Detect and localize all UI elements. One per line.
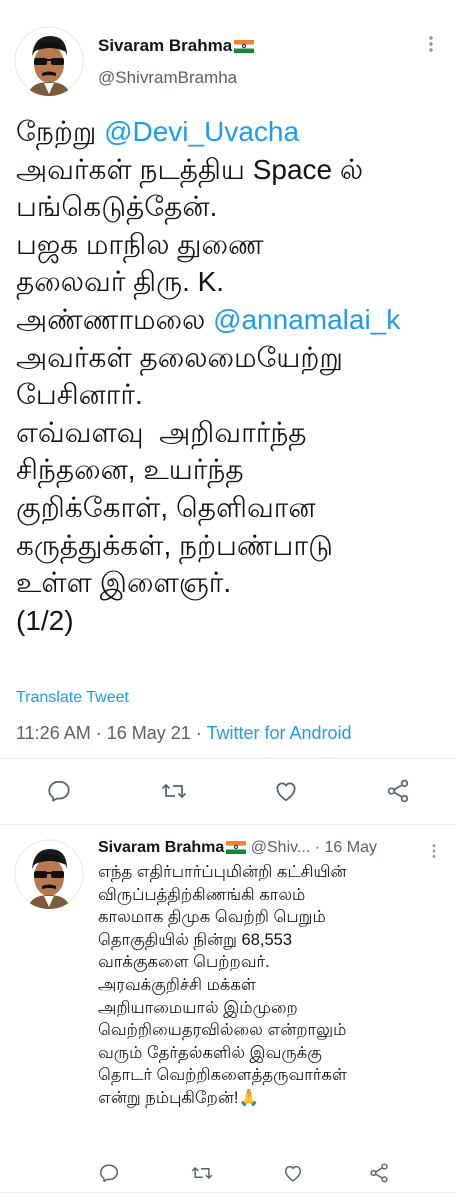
reply-separator: · — [314, 839, 325, 856]
divider — [0, 824, 456, 825]
tweet-line-text: கருத்துக்கள், நற்பண்பாடு — [16, 529, 333, 561]
tweet-line-text: தலைவர் திரு. K. — [16, 266, 225, 298]
reply-body: எந்த எதிர்பார்ப்புமின்றி கட்சியின் விருப… — [98, 863, 347, 1107]
tweet-line-text: பேசினார். — [16, 379, 143, 411]
tweet-line-text: (1/2) — [16, 604, 74, 636]
tweet-line-text: அண்ணாமலை — [16, 303, 214, 335]
reply-author-avatar[interactable] — [14, 839, 84, 909]
tweet-date: 16 May 21 — [106, 723, 191, 743]
tweet-line: அண்ணாமலை @annamalai_k — [16, 301, 448, 339]
more-glyph — [429, 36, 433, 52]
tweet-line: பங்கெடுத்தேன். — [16, 188, 448, 226]
more-icon[interactable] — [422, 34, 440, 59]
translate-tweet-link[interactable]: Translate Tweet — [16, 689, 129, 707]
tweet-line: (1/2) — [16, 602, 448, 640]
tweet-line-text: பங்கெடுத்தேன். — [16, 191, 218, 223]
tweet-line: நேற்று @Devi_Uvacha — [16, 113, 448, 151]
divider — [0, 1192, 456, 1193]
india-flag-icon — [226, 841, 247, 855]
reply-author-name[interactable]: Sivaram Brahma — [98, 839, 224, 856]
tweet-line-text: சிந்தனை, உயர்ந்த — [16, 454, 244, 486]
retweet-icon[interactable] — [160, 778, 188, 804]
divider — [0, 758, 456, 759]
reply-icon[interactable] — [98, 1162, 120, 1184]
meta-separator: · — [195, 723, 207, 743]
reply-author-handle[interactable]: @Shiv... — [251, 839, 311, 856]
tweet-source[interactable]: Twitter for Android — [206, 723, 351, 743]
like-icon[interactable] — [282, 1162, 304, 1184]
tweet-line-text: நேற்று — [16, 116, 105, 147]
reply-date: 16 May — [324, 839, 377, 856]
author-name-row: Sivaram Brahma — [98, 36, 255, 56]
tweet-line: அவர்கள் நடத்திய Space ல் — [16, 151, 448, 189]
author-handle[interactable]: @ShivramBramha — [98, 68, 237, 88]
mention-link[interactable]: @annamalai_k — [213, 304, 400, 335]
meta-separator: · — [95, 723, 107, 743]
tweet-body: நேற்று @Devi_Uvacha அவர்கள் நடத்திய Space… — [16, 113, 448, 639]
tweet-line-text: அவர்கள் தலைமையேற்று — [16, 341, 343, 373]
author-name[interactable]: Sivaram Brahma — [98, 36, 232, 55]
tweet-actions — [0, 776, 456, 806]
tweet-line: சிந்தனை, உயர்ந்த — [16, 451, 448, 489]
tweet-line: குறிக்கோள், தெளிவான — [16, 489, 448, 527]
retweet-icon[interactable] — [190, 1162, 214, 1184]
tweet-line: தலைவர் திரு. K. — [16, 263, 448, 301]
share-icon[interactable] — [368, 1162, 390, 1184]
tweet-time: 11:26 AM — [16, 723, 91, 743]
tweet-line: உள்ள இளைஞர். — [16, 564, 448, 602]
avatar-image — [14, 839, 84, 909]
india-flag-icon — [234, 40, 255, 54]
reply-header: Sivaram Brahma @Shiv... · 16 May — [98, 839, 448, 857]
share-icon[interactable] — [385, 778, 411, 804]
author-avatar[interactable] — [14, 26, 84, 96]
tweet-line: பேசினார். — [16, 376, 448, 414]
tweet-line: பஜக மாநில துணை — [16, 226, 448, 264]
tweet-line: கருத்துக்கள், நற்பண்பாடு — [16, 527, 448, 565]
reply-actions — [0, 1162, 456, 1188]
tweet-meta: 11:26 AM · 16 May 21 · Twitter for Andro… — [16, 723, 352, 744]
tweet-line-text: அவர்கள் நடத்திய Space ல் — [16, 153, 364, 185]
avatar-image — [14, 26, 84, 96]
tweet-line-text: உள்ள இளைஞர். — [16, 567, 232, 599]
like-icon[interactable] — [273, 778, 299, 804]
tweet-line-text: குறிக்கோள், தெளிவான — [16, 491, 316, 523]
more-glyph — [432, 844, 436, 858]
tweet-line-text: பஜக மாநில துணை — [16, 228, 264, 260]
mention-link[interactable]: @Devi_Uvacha — [104, 116, 299, 147]
tweet-line-text: எவ்வளவு அறிவார்ந்த — [16, 416, 307, 448]
tweet-line: எவ்வளவு அறிவார்ந்த — [16, 414, 448, 452]
tweet-line: அவர்கள் தலைமையேற்று — [16, 339, 448, 377]
reply-icon[interactable] — [46, 778, 72, 804]
